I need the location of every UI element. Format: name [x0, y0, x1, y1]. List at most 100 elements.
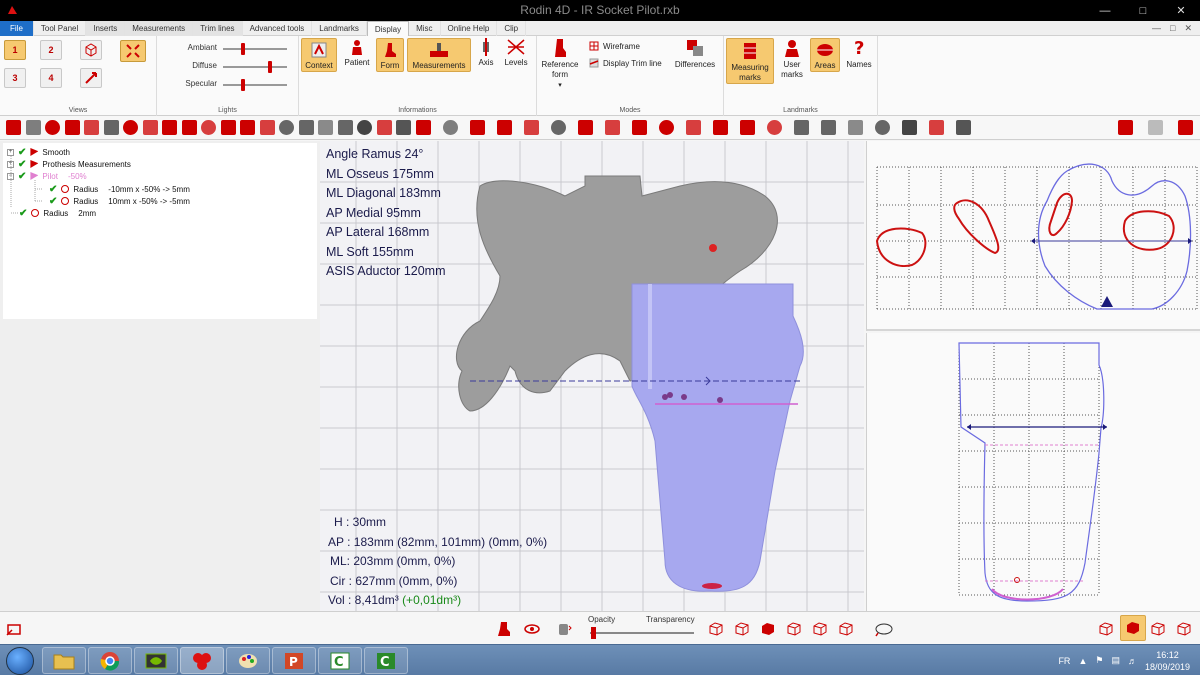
- taskbar-camtasia-1[interactable]: C: [318, 647, 362, 674]
- ribbon-close-icon[interactable]: ✕: [1184, 21, 1192, 35]
- ambiant-thumb[interactable]: [241, 43, 245, 55]
- diffuse-thumb[interactable]: [268, 61, 272, 73]
- patient-button[interactable]: Patient: [341, 38, 373, 68]
- view-2-button[interactable]: 2: [40, 40, 62, 60]
- close-icon[interactable]: ✕: [1162, 0, 1200, 21]
- volume-tray-icon[interactable]: ♬: [1128, 656, 1137, 666]
- open-file-tool-icon[interactable]: [6, 120, 21, 135]
- form-button[interactable]: Form: [376, 38, 404, 72]
- tab-display[interactable]: Display: [366, 21, 410, 37]
- undo-tool-icon[interactable]: [298, 120, 314, 135]
- view-4-button[interactable]: 4: [40, 68, 62, 88]
- move-up-tool-icon[interactable]: [604, 120, 620, 135]
- glasses-tool-icon[interactable]: [955, 120, 971, 135]
- slice-tool-icon[interactable]: [577, 120, 593, 135]
- tab-misc[interactable]: Misc: [409, 21, 441, 36]
- wireframe-toggle[interactable]: Wireframe: [589, 41, 640, 51]
- shape-3-tool-icon[interactable]: [469, 120, 485, 135]
- check-icon[interactable]: ✔: [49, 196, 57, 207]
- exit-view-icon[interactable]: [6, 621, 22, 637]
- taskbar-explorer[interactable]: [42, 647, 86, 674]
- measure-tool-icon[interactable]: [64, 120, 80, 135]
- diffuse-slider[interactable]: Diffuse: [157, 60, 297, 74]
- cube-panel-2-active[interactable]: [1120, 615, 1146, 641]
- user-marks-button[interactable]: User marks: [778, 38, 806, 80]
- taskbar-chrome[interactable]: [88, 647, 132, 674]
- taskbar-rodin4d[interactable]: [180, 647, 224, 674]
- clock[interactable]: 16:12 18/09/2019: [1145, 649, 1190, 673]
- tool-2-tool-icon[interactable]: [142, 120, 158, 135]
- flag-tray-icon[interactable]: ⚑: [1095, 655, 1103, 666]
- socket-display-icon[interactable]: [496, 621, 512, 637]
- specular-thumb[interactable]: [241, 79, 245, 91]
- tool-3-tool-icon[interactable]: [162, 120, 177, 135]
- tab-measurements[interactable]: Measurements: [125, 21, 194, 36]
- cube-view-bottom-icon[interactable]: [838, 621, 854, 637]
- check-icon[interactable]: ✔: [49, 184, 57, 195]
- view-fit-icon[interactable]: [120, 40, 146, 62]
- level-tool-icon[interactable]: [631, 120, 647, 135]
- cross-section-view[interactable]: [866, 141, 1200, 331]
- trim-tool-icon[interactable]: [928, 120, 944, 135]
- measuring-marks-button[interactable]: Measuring marks: [726, 38, 774, 84]
- tool-4-tool-icon[interactable]: [181, 120, 197, 135]
- axis-button[interactable]: Axis: [474, 38, 498, 68]
- shape-1-tool-icon[interactable]: [415, 120, 431, 135]
- bend-tool-icon[interactable]: [739, 120, 755, 135]
- rotate-tool-icon[interactable]: [84, 120, 99, 135]
- taskbar-gpu-app[interactable]: [134, 647, 178, 674]
- maximize-icon[interactable]: □: [1124, 0, 1162, 21]
- color-tool-icon[interactable]: [766, 120, 782, 135]
- main-3d-viewport[interactable]: Angle Ramus 24° ML Osseus 175mm ML Diago…: [320, 141, 864, 611]
- fold-tool-icon[interactable]: [847, 120, 863, 135]
- grid-tool-icon[interactable]: [259, 120, 275, 135]
- tab-clip[interactable]: Clip: [497, 21, 527, 36]
- cylinder-display-icon[interactable]: [556, 621, 572, 637]
- tab-landmarks[interactable]: Landmarks: [312, 21, 367, 36]
- taskbar-paint[interactable]: [226, 647, 270, 674]
- profile-view[interactable]: [866, 333, 1200, 611]
- cube-view-back-icon[interactable]: [760, 621, 776, 637]
- tab-inserts[interactable]: Inserts: [86, 21, 126, 36]
- levels-button[interactable]: Levels: [502, 38, 530, 68]
- tray-expand-icon[interactable]: ▲: [1078, 656, 1087, 666]
- cube-view-top-icon[interactable]: [812, 621, 828, 637]
- scan-tool-icon[interactable]: [396, 120, 411, 135]
- opacity-thumb[interactable]: [591, 627, 596, 639]
- ribbon-restore-icon[interactable]: □: [1170, 21, 1175, 35]
- tab-advanced-tools[interactable]: Advanced tools: [243, 21, 313, 36]
- eye-display-icon[interactable]: [524, 621, 540, 637]
- tab-trim-lines[interactable]: Trim lines: [193, 21, 243, 36]
- language-indicator[interactable]: FR: [1058, 656, 1070, 666]
- balance-tool-icon[interactable]: [685, 120, 701, 135]
- socket-tool-icon[interactable]: [25, 120, 41, 135]
- lock-tool-icon[interactable]: [279, 120, 294, 135]
- areas-button[interactable]: Areas: [810, 38, 840, 72]
- start-button[interactable]: [6, 647, 34, 675]
- reference-form-dropdown-icon[interactable]: ▾: [558, 82, 562, 89]
- axis-tool-icon[interactable]: [103, 120, 119, 135]
- redo-tool-icon[interactable]: [318, 120, 333, 135]
- opacity-slider[interactable]: [590, 632, 694, 634]
- differences-button[interactable]: Differences: [672, 38, 718, 70]
- close-panel-icon[interactable]: [1148, 120, 1163, 135]
- tree-node-radius-1[interactable]: ✔ Radius -10mm x -50% -> 5mm: [49, 183, 190, 195]
- taskbar-powerpoint[interactable]: P: [272, 647, 316, 674]
- compass-tool-icon[interactable]: [550, 120, 566, 135]
- measurements-button[interactable]: Measurements: [407, 38, 471, 72]
- stl-export-tool-icon[interactable]: [357, 120, 372, 135]
- ribbon-minimize-icon[interactable]: —: [1152, 21, 1161, 35]
- tool-6-tool-icon[interactable]: [220, 120, 236, 135]
- cube-panel-4-icon[interactable]: [1176, 621, 1192, 637]
- tab-online-help[interactable]: Online Help: [441, 21, 498, 36]
- shape-2-tool-icon[interactable]: [442, 120, 458, 135]
- names-button[interactable]: ? Names: [844, 38, 874, 70]
- view-3-button[interactable]: 3: [4, 68, 26, 88]
- rotate-view-icon[interactable]: [874, 621, 894, 637]
- tab-file[interactable]: File: [0, 21, 34, 36]
- cube-panel-3-icon[interactable]: [1150, 621, 1166, 637]
- reference-form-button[interactable]: Reference form ▾: [539, 38, 581, 91]
- cut-tool-icon[interactable]: [45, 120, 60, 135]
- camera-tool-icon[interactable]: [376, 120, 392, 135]
- cube-panel-1-icon[interactable]: [1098, 621, 1114, 637]
